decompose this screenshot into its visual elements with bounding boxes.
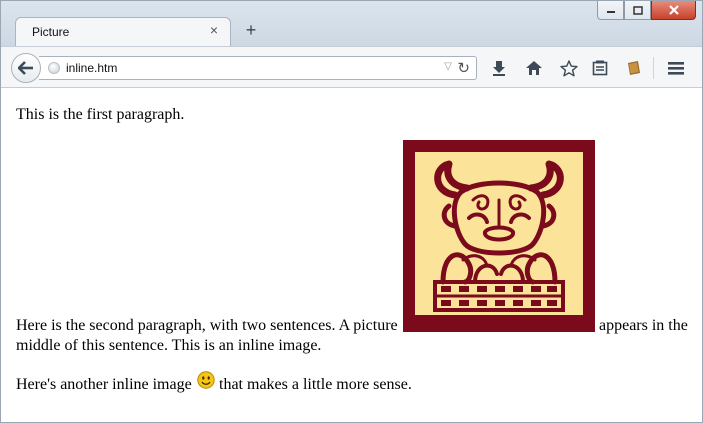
close-icon (668, 5, 679, 15)
close-window-button[interactable] (651, 1, 696, 20)
bookmark-button[interactable] (557, 56, 581, 80)
url-bar[interactable]: inline.htm ▽ ↻ (39, 56, 477, 80)
menu-icon (668, 62, 684, 75)
minimize-icon (606, 11, 615, 13)
toolbar-separator (653, 57, 654, 79)
back-arrow-icon (18, 61, 33, 75)
extension-button[interactable] (622, 56, 646, 80)
smiley-face-image (197, 371, 215, 389)
paragraph-2-text-after: appears in the (599, 317, 688, 334)
paragraph-2-line-1: Here is the second paragraph, with two s… (16, 317, 398, 335)
maximize-icon (632, 5, 643, 15)
minimize-button[interactable] (597, 1, 624, 20)
url-history-dropdown-icon[interactable]: ▽ (444, 61, 452, 72)
new-tab-button[interactable]: + (241, 20, 261, 40)
page-content: This is the first paragraph. Here is the… (1, 88, 702, 422)
home-icon (526, 61, 542, 75)
tab-close-icon[interactable]: × (206, 22, 222, 38)
browser-window: Picture × + inline.htm ▽ ↻ This is the f… (0, 0, 703, 423)
paragraph-1: This is the first paragraph. (16, 106, 185, 123)
tab-picture[interactable]: Picture × (15, 17, 231, 47)
paragraph-3-text-before: Here's another inline image (16, 376, 192, 393)
reload-icon[interactable]: ↻ (457, 59, 470, 77)
tab-title: Picture (32, 25, 70, 39)
home-button[interactable] (522, 56, 546, 80)
title-bar: Picture × + (1, 1, 702, 47)
reading-list-button[interactable] (588, 56, 612, 80)
url-text[interactable]: inline.htm (66, 61, 117, 75)
window-controls (597, 1, 696, 23)
extension-icon (628, 61, 640, 75)
maximize-button[interactable] (624, 1, 651, 20)
bookmark-star-icon (560, 59, 578, 76)
menu-button[interactable] (664, 56, 688, 80)
paragraph-2-text-before: Here is the second paragraph, with two s… (16, 317, 398, 334)
bull-image (403, 140, 595, 332)
back-button[interactable] (11, 53, 41, 83)
download-button[interactable] (487, 56, 511, 80)
paragraph-2-line-2: middle of this sentence. This is an inli… (16, 337, 322, 354)
download-icon (493, 61, 505, 76)
navigation-bar: inline.htm ▽ ↻ (1, 46, 702, 88)
globe-icon (48, 62, 60, 74)
reading-list-icon (592, 60, 608, 76)
paragraph-3-text-after: that makes a little more sense. (219, 376, 412, 393)
